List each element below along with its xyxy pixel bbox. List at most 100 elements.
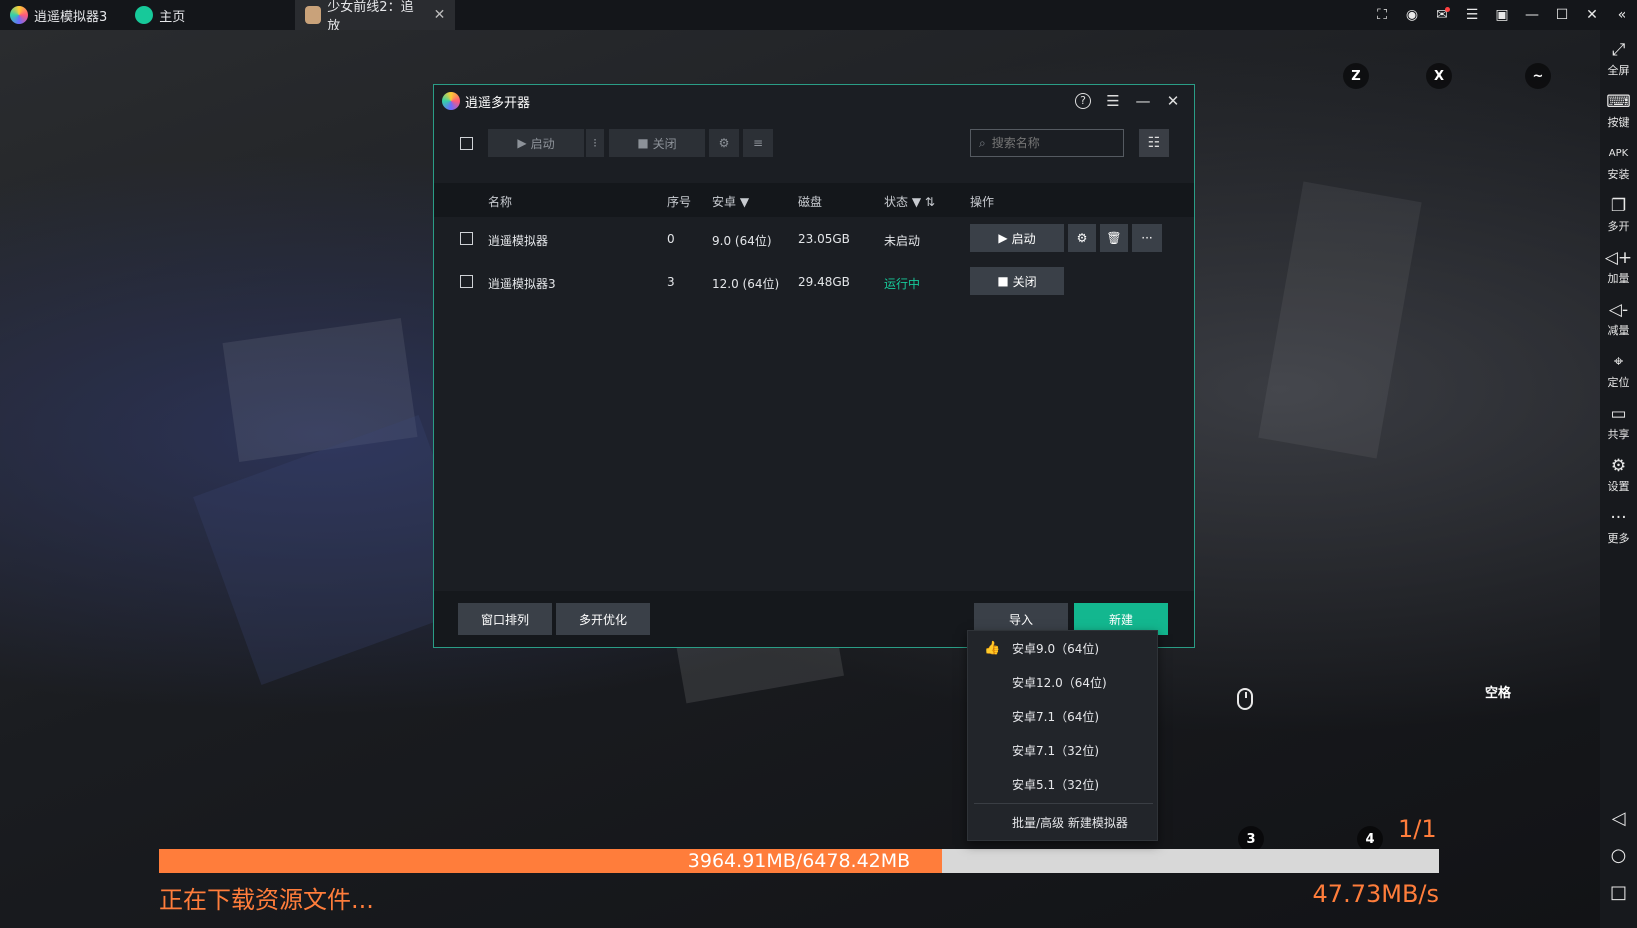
keyboard-icon: ⌨: [1606, 92, 1631, 112]
sidebar-item-label: 安装: [1607, 168, 1630, 181]
table-row: 逍遥模拟器3 3 12.0 (64位) 29.48GB 运行中 ■ 关闭: [434, 261, 1194, 303]
sidebar-item-volume-up[interactable]: ◁+ 加量: [1600, 248, 1637, 286]
maximize-icon[interactable]: ☐: [1547, 0, 1577, 30]
tab-label: 主页: [159, 9, 186, 25]
sidebar-item-volume-down[interactable]: ◁- 减量: [1600, 300, 1637, 338]
help-icon[interactable]: ?: [1068, 89, 1098, 113]
key-space[interactable]: 空格: [1485, 682, 1511, 701]
key-tilde[interactable]: ~: [1525, 63, 1551, 89]
close-icon[interactable]: ✕: [1577, 0, 1607, 30]
instance-index: 0: [667, 232, 675, 246]
tab-home[interactable]: 主页: [125, 0, 195, 30]
batch-settings-button[interactable]: ⚙: [709, 129, 739, 157]
sidebar-item-install[interactable]: APK 安装: [1600, 144, 1637, 182]
app-logo-icon: [442, 92, 460, 110]
play-icon: ▶: [517, 136, 527, 150]
sidebar-item-more[interactable]: ··· 更多: [1600, 508, 1637, 546]
folder-icon: ▭: [1610, 404, 1627, 424]
search-icon: ⌕: [979, 135, 986, 150]
col-android[interactable]: 安卓 ▼: [712, 193, 749, 210]
new-instance-dropdown: 👍 安卓9.0（64位) 安卓12.0（64位) 安卓7.1（64位) 安卓7.1…: [967, 630, 1158, 841]
sidebar-item-location[interactable]: ⌖ 定位: [1600, 352, 1637, 390]
sidebar-item-label: 按键: [1607, 116, 1630, 129]
sidebar-item-label: 减量: [1607, 324, 1630, 337]
dialog-titlebar: 逍遥多开器 ? ☰ — ✕: [434, 85, 1194, 117]
sidebar-item-share[interactable]: ▭ 共享: [1600, 404, 1637, 442]
gear-icon: ⚙: [1076, 231, 1088, 245]
menu-icon[interactable]: ☰: [1457, 0, 1487, 30]
multi-instance-dialog: 逍遥多开器 ? ☰ — ✕ ▶启动 ⁝ ■关闭 ⚙ ≡ ⌕ ☷ 名称 序号 安卓: [433, 84, 1195, 648]
select-all-checkbox[interactable]: [460, 137, 473, 150]
download-status: 正在下载资源文件...: [159, 886, 374, 914]
title-bar: 逍遥模拟器3 主页 少女前线2：追放 ✕ ⛶ ◉ ✉ ☰ ▣ — ☐ ✕ «: [0, 0, 1637, 34]
col-status[interactable]: 状态 ▼ ⇅: [884, 193, 935, 210]
arrange-windows-button[interactable]: 窗口排列: [458, 603, 552, 635]
back-icon[interactable]: ◁: [1600, 808, 1637, 829]
close-instance-button[interactable]: ■ 关闭: [970, 267, 1064, 295]
sidebar-item-label: 定位: [1607, 376, 1630, 389]
dd-item-android12[interactable]: 安卓12.0（64位): [968, 665, 1157, 699]
screenshot-icon[interactable]: ⛶: [1367, 0, 1397, 30]
close-tab-icon[interactable]: ✕: [434, 7, 446, 23]
minimize-icon[interactable]: —: [1128, 89, 1158, 113]
mouse-icon: [1237, 688, 1253, 710]
col-index: 序号: [667, 195, 692, 209]
instance-name: 逍遥模拟器: [488, 234, 549, 248]
batch-more-button[interactable]: ≡: [743, 129, 773, 157]
search-box[interactable]: ⌕: [970, 129, 1124, 157]
row-checkbox[interactable]: [460, 232, 473, 245]
play-icon: ▶: [998, 231, 1008, 245]
batch-start-button[interactable]: ▶ 启动: [488, 129, 584, 157]
key-z[interactable]: Z: [1343, 63, 1369, 89]
dd-item-android71-64[interactable]: 安卓7.1（64位): [968, 699, 1157, 733]
minimize-icon[interactable]: —: [1517, 0, 1547, 30]
sidebar-item-fullscreen[interactable]: ⤢ 全屏: [1600, 40, 1637, 78]
start-button[interactable]: ▶ 启动: [970, 224, 1064, 252]
emulator-window: 逍遥模拟器3 主页 少女前线2：追放 ✕ ⛶ ◉ ✉ ☰ ▣ — ☐ ✕ « Z: [0, 0, 1637, 928]
menu-icon[interactable]: ☰: [1098, 89, 1128, 113]
mail-icon[interactable]: ✉: [1427, 0, 1457, 30]
volume-up-icon: ◁+: [1604, 248, 1633, 268]
instance-settings-button[interactable]: ⚙: [1068, 224, 1096, 252]
dd-item-android71-32[interactable]: 安卓7.1（32位): [968, 733, 1157, 767]
close-icon[interactable]: ✕: [1158, 89, 1188, 113]
col-disk: 磁盘: [798, 195, 823, 209]
table-row: 逍遥模拟器 0 9.0 (64位) 23.05GB 未启动 ▶ 启动 ⚙ 🗑 ··…: [434, 218, 1194, 260]
instance-disk: 29.48GB: [798, 275, 850, 289]
instance-name: 逍遥模拟器3: [488, 277, 556, 291]
recent-apps-icon[interactable]: □: [1600, 882, 1637, 903]
game-icon: [305, 6, 322, 24]
sidebar-item-settings[interactable]: ⚙ 设置: [1600, 456, 1637, 494]
start-options-button[interactable]: ⁝: [586, 129, 604, 157]
sidebar-item-label: 共享: [1607, 428, 1630, 441]
row-checkbox[interactable]: [460, 275, 473, 288]
dd-item-android51[interactable]: 安卓5.1（32位): [968, 767, 1157, 801]
col-name: 名称: [488, 195, 513, 209]
tab-game[interactable]: 少女前线2：追放 ✕: [295, 0, 456, 34]
filter-icon: ▼: [739, 195, 750, 209]
volume-down-icon: ◁-: [1608, 300, 1629, 320]
sidebar-item-keymap[interactable]: ⌨ 按键: [1600, 92, 1637, 130]
screen-icon[interactable]: ▣: [1487, 0, 1517, 30]
apk-icon: APK: [1608, 148, 1629, 159]
dialog-title: 逍遥多开器: [465, 95, 531, 111]
home-circle-icon[interactable]: ○: [1600, 845, 1637, 866]
optimize-button[interactable]: 多开优化: [556, 603, 650, 635]
more-icon: ···: [1610, 508, 1627, 528]
collapse-sidebar-icon[interactable]: «: [1607, 0, 1637, 30]
delete-button[interactable]: 🗑: [1100, 224, 1128, 252]
tab-label: 逍遥模拟器3: [34, 9, 108, 25]
dd-item-android9[interactable]: 👍 安卓9.0（64位): [968, 631, 1157, 665]
tab-emulator[interactable]: 逍遥模拟器3: [0, 0, 117, 30]
sidebar-item-multi[interactable]: ❐ 多开: [1600, 196, 1637, 234]
sidebar-item-label: 设置: [1607, 480, 1630, 493]
user-icon[interactable]: ◉: [1397, 0, 1427, 30]
window-controls: ⛶ ◉ ✉ ☰ ▣ — ☐ ✕ «: [1367, 0, 1637, 30]
progress-text: 3964.91MB/6478.42MB: [687, 850, 911, 872]
key-x[interactable]: X: [1426, 63, 1452, 89]
list-view-button[interactable]: ☷: [1139, 129, 1169, 157]
batch-close-button[interactable]: ■ 关闭: [609, 129, 705, 157]
dd-item-batch[interactable]: 批量/高级 新建模拟器: [968, 805, 1157, 839]
search-input[interactable]: [991, 136, 1112, 150]
more-button[interactable]: ···: [1132, 224, 1162, 252]
